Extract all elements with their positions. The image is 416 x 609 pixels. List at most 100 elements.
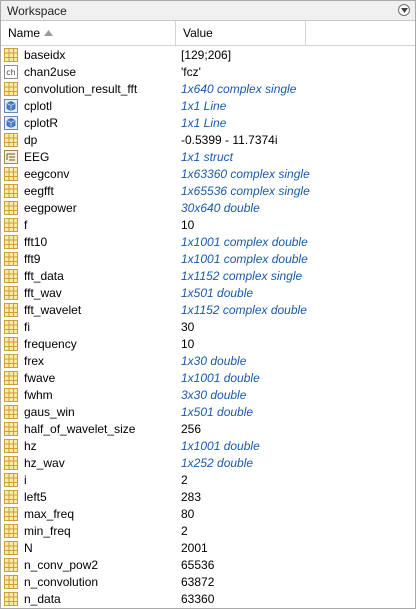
variable-row[interactable]: half_of_wavelet_size 256 — [1, 420, 415, 437]
variable-name: cplotl — [24, 98, 53, 113]
variable-row[interactable]: convolution_result_fft 1x640 complex sing… — [1, 80, 415, 97]
variable-name: fi — [24, 319, 30, 334]
variable-name: EEG — [24, 149, 50, 164]
variable-row[interactable]: hz 1x1001 double — [1, 437, 415, 454]
variable-name-cell: baseidx — [1, 47, 176, 62]
variable-name: hz_wav — [24, 455, 65, 470]
variable-name-cell: max_freq — [1, 506, 176, 521]
variable-row[interactable]: fft_wav 1x501 double — [1, 284, 415, 301]
variable-row[interactable]: frequency 10 — [1, 335, 415, 352]
variable-name-cell: hz_wav — [1, 455, 176, 470]
variable-name: f — [24, 217, 28, 232]
variable-name-cell: EEG — [1, 149, 176, 164]
value-column-header[interactable]: Value — [176, 21, 306, 45]
variable-row[interactable]: eegpower 30x640 double — [1, 199, 415, 216]
variable-row[interactable]: min_freq 2 — [1, 522, 415, 539]
name-header-label: Name — [8, 26, 41, 40]
variable-value: 2 — [181, 523, 188, 538]
object-icon — [4, 115, 18, 130]
variable-row[interactable]: EEG 1x1 struct — [1, 148, 415, 165]
variable-name-cell: N — [1, 540, 176, 555]
variable-row[interactable]: f 10 — [1, 216, 415, 233]
variable-value: 1x1152 complex double — [181, 302, 307, 317]
variable-name-cell: fft_wav — [1, 285, 176, 300]
matrix-icon — [4, 506, 18, 521]
variable-row[interactable]: frex 1x30 double — [1, 352, 415, 369]
variable-value: 2 — [181, 472, 188, 487]
variable-row[interactable]: gaus_win 1x501 double — [1, 403, 415, 420]
variable-row[interactable]: fwhm 3x30 double — [1, 386, 415, 403]
panel-menu-button[interactable] — [398, 4, 410, 16]
variable-row[interactable]: fft_data 1x1152 complex single — [1, 267, 415, 284]
matrix-icon — [4, 132, 18, 147]
variable-name: n_data — [24, 591, 61, 606]
variable-name: frequency — [24, 336, 77, 351]
variable-name: eegpower — [24, 200, 77, 215]
variable-name-cell: fft_wavelet — [1, 302, 176, 317]
variable-name-cell: cplotl — [1, 98, 176, 113]
variable-row[interactable]: fi 30 — [1, 318, 415, 335]
variable-value: 63360 — [181, 591, 215, 606]
matrix-icon — [4, 234, 18, 249]
variable-row[interactable]: ch chan2use 'fcz' — [1, 63, 415, 80]
matrix-icon — [4, 455, 18, 470]
variable-name: cplotR — [24, 115, 59, 130]
variable-name: fft10 — [24, 234, 48, 249]
variable-row[interactable]: fwave 1x1001 double — [1, 369, 415, 386]
variable-name: baseidx — [24, 47, 66, 62]
variable-row[interactable]: N 2001 — [1, 539, 415, 556]
variable-row[interactable]: dp -0.5399 - 11.7374i — [1, 131, 415, 148]
matrix-icon — [4, 217, 18, 232]
variable-value: 1x1152 complex single — [181, 268, 303, 283]
matrix-icon — [4, 302, 18, 317]
variable-row[interactable]: baseidx [129;206] — [1, 46, 415, 63]
variable-row[interactable]: eegfft 1x65536 complex single — [1, 182, 415, 199]
chevron-down-icon — [400, 7, 408, 13]
variable-value: 30 — [181, 319, 195, 334]
column-header-row: Name Value — [1, 21, 415, 46]
variable-row[interactable]: n_convolution 63872 — [1, 573, 415, 590]
variable-name-cell: fi — [1, 319, 176, 334]
variable-name-cell: min_freq — [1, 523, 176, 538]
variable-value: 'fcz' — [181, 64, 201, 79]
variable-name: n_convolution — [24, 574, 99, 589]
variable-value: 63872 — [181, 574, 215, 589]
variable-row[interactable]: max_freq 80 — [1, 505, 415, 522]
variable-row[interactable]: fft_wavelet 1x1152 complex double — [1, 301, 415, 318]
empty-column-header — [306, 21, 415, 45]
variable-value: 2001 — [181, 540, 208, 555]
variable-name-cell: eegpower — [1, 200, 176, 215]
variable-value: 1x252 double — [181, 455, 254, 470]
variable-name-cell: gaus_win — [1, 404, 176, 419]
variable-row[interactable]: eegconv 1x63360 complex single — [1, 165, 415, 182]
matrix-icon — [4, 438, 18, 453]
variable-name: fft_wavelet — [24, 302, 82, 317]
variable-name-cell: n_convolution — [1, 574, 176, 589]
variable-value: 1x1001 complex double — [181, 251, 308, 266]
name-column-header[interactable]: Name — [1, 21, 176, 45]
variable-name: gaus_win — [24, 404, 75, 419]
variable-name-cell: f — [1, 217, 176, 232]
variable-row[interactable]: left5 283 — [1, 488, 415, 505]
variable-row[interactable]: fft9 1x1001 complex double — [1, 250, 415, 267]
variable-row[interactable]: n_data 63360 — [1, 590, 415, 607]
variable-name: eegfft — [24, 183, 54, 198]
variable-row[interactable]: fft10 1x1001 complex double — [1, 233, 415, 250]
svg-text:ch: ch — [6, 68, 15, 77]
variable-name-cell: dp — [1, 132, 176, 147]
variable-name-cell: fft10 — [1, 234, 176, 249]
variable-name: fwave — [24, 370, 56, 385]
matrix-icon — [4, 268, 18, 283]
variable-row[interactable]: cplotR 1x1 Line — [1, 114, 415, 131]
variable-value: 1x1 struct — [181, 149, 234, 164]
panel-title: Workspace — [7, 3, 67, 18]
variable-name-cell: n_conv_pow2 — [1, 557, 176, 572]
variable-row[interactable]: cplotl 1x1 Line — [1, 97, 415, 114]
variable-value: 1x1001 double — [181, 438, 260, 453]
variable-value: 1x501 double — [181, 404, 254, 419]
variable-name: hz — [24, 438, 37, 453]
variable-row[interactable]: n_conv_pow2 65536 — [1, 556, 415, 573]
variable-name-cell: frex — [1, 353, 176, 368]
variable-row[interactable]: i2 — [1, 471, 415, 488]
variable-row[interactable]: hz_wav 1x252 double — [1, 454, 415, 471]
